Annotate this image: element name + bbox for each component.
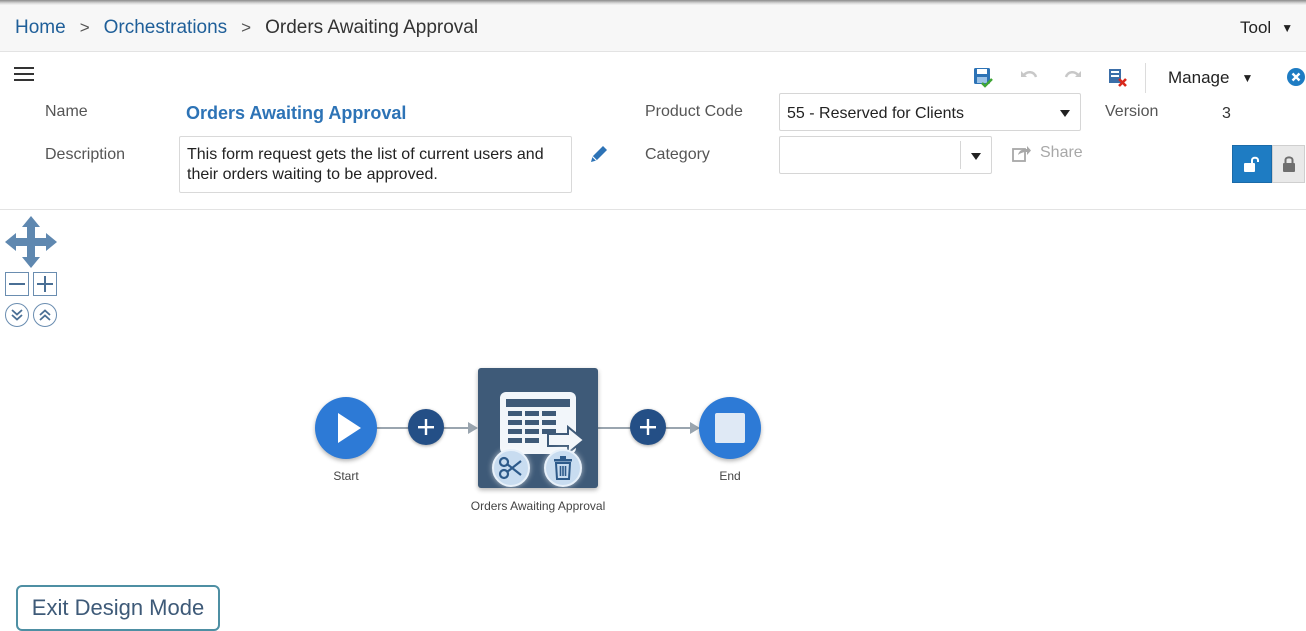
hamburger-menu-icon[interactable] (14, 67, 34, 81)
orchestration-step[interactable] (478, 368, 598, 488)
double-chevron-up-icon (39, 309, 51, 321)
version-label: Version (1105, 103, 1159, 120)
pencil-icon[interactable] (588, 143, 610, 165)
category-select[interactable] (779, 136, 992, 174)
chevron-down-icon: ▼ (1281, 21, 1294, 35)
cut-step-button[interactable] (492, 449, 530, 487)
double-chevron-down-icon (11, 309, 23, 321)
lock-toggle (1232, 145, 1305, 183)
share-label: Share (1040, 144, 1083, 161)
redo-icon[interactable] (1062, 66, 1084, 88)
save-icon[interactable] (972, 66, 994, 88)
exit-design-mode-button[interactable]: Exit Design Mode (16, 585, 220, 631)
connector-line (598, 427, 632, 429)
step-label: Orders Awaiting Approval (470, 499, 606, 513)
description-label: Description (45, 146, 126, 163)
lock-icon (1282, 156, 1295, 172)
end-node[interactable] (699, 397, 761, 459)
connector-line (376, 427, 410, 429)
start-label: Start (333, 469, 359, 483)
minus-icon (9, 283, 25, 285)
breadcrumb-orchestrations[interactable]: Orchestrations (104, 17, 228, 39)
version-value: 3 (1222, 105, 1231, 122)
zoom-in-button[interactable] (33, 272, 57, 296)
breadcrumb-current: Orders Awaiting Approval (265, 17, 479, 38)
chevron-down-icon (1060, 110, 1070, 117)
chevron-down-icon: ▼ (1241, 71, 1254, 85)
unlock-button[interactable] (1232, 145, 1272, 183)
add-step-button[interactable] (630, 409, 666, 445)
product-code-select[interactable]: 55 - Reserved for Clients (779, 93, 1081, 131)
delete-icon[interactable] (1106, 66, 1128, 88)
lock-button[interactable] (1272, 145, 1305, 183)
name-label: Name (45, 103, 88, 120)
pan-icon[interactable] (5, 216, 57, 268)
scissors-icon (498, 456, 522, 480)
start-node[interactable] (315, 397, 377, 459)
undo-icon[interactable] (1018, 66, 1040, 88)
plus-icon (37, 276, 53, 292)
connector-line (664, 427, 692, 429)
category-label: Category (645, 146, 710, 163)
breadcrumb: Home > Orchestrations > Orders Awaiting … (15, 17, 478, 39)
breadcrumb-home[interactable]: Home (15, 17, 66, 39)
tools-menu[interactable]: Tool ▼ (1240, 18, 1293, 38)
play-icon (338, 413, 361, 443)
breadcrumb-separator: > (79, 18, 90, 37)
manage-menu[interactable]: Manage ▼ (1168, 68, 1253, 88)
delete-step-button[interactable] (544, 449, 582, 487)
plus-icon (418, 419, 434, 435)
end-label: End (719, 469, 741, 483)
stop-icon (715, 413, 745, 443)
add-step-button[interactable] (408, 409, 444, 445)
toolbar-divider (1145, 63, 1146, 93)
zoom-out-button[interactable] (5, 272, 29, 296)
connector-line (442, 427, 470, 429)
share-icon (1012, 146, 1031, 162)
unlock-icon (1244, 156, 1259, 172)
product-code-value: 55 - Reserved for Clients (787, 105, 964, 122)
orchestration-name: Orders Awaiting Approval (186, 103, 407, 123)
manage-label: Manage (1168, 68, 1230, 87)
orchestration-header: Manage ▼ Name Orders Awaiting Approval D… (0, 53, 1306, 210)
share-button[interactable]: Share (1012, 144, 1083, 162)
arrow-icon (468, 422, 478, 434)
collapse-all-button[interactable] (33, 303, 57, 327)
close-icon[interactable] (1286, 67, 1306, 87)
plus-icon (640, 419, 656, 435)
chevron-down-icon (971, 153, 981, 160)
description-field[interactable]: This form request gets the list of curre… (179, 136, 572, 193)
product-code-label: Product Code (645, 103, 743, 120)
trash-icon (554, 456, 572, 480)
tools-label: Tool (1240, 18, 1272, 37)
breadcrumb-separator: > (241, 18, 252, 37)
breadcrumb-bar: Home > Orchestrations > Orders Awaiting … (0, 5, 1306, 52)
expand-all-button[interactable] (5, 303, 29, 327)
